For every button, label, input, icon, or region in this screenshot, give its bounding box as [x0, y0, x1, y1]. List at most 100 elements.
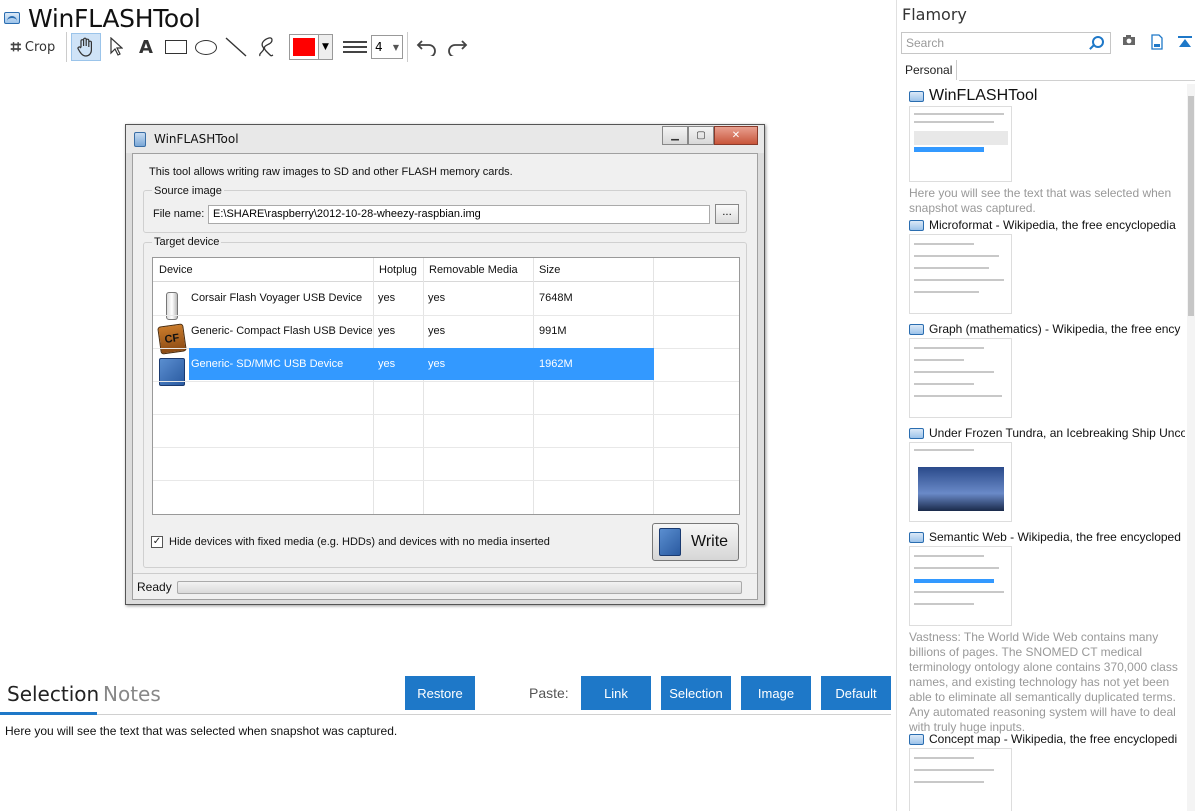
column-header: Removable Media — [429, 264, 518, 276]
window-controls: ▁ ▢ ✕ — [662, 126, 758, 145]
window-client: This tool allows writing raw images to S… — [132, 153, 758, 600]
sidebar-title: Flamory — [902, 5, 967, 24]
sd-card-icon — [659, 528, 681, 556]
ellipse-tool-button[interactable] — [191, 33, 221, 61]
title-row: WinFLASHTool — [4, 4, 201, 33]
snapshot-item[interactable]: Microformat - Wikipedia, the free encycl… — [909, 216, 1185, 320]
crop-label: Crop — [24, 39, 56, 55]
snapshot-title: Semantic Web - Wikipedia, the free encyc… — [929, 530, 1181, 544]
snapshot-icon — [909, 219, 924, 231]
restore-button[interactable]: Restore — [405, 676, 475, 710]
toolbar-divider — [66, 32, 67, 62]
edit-toolbar: ⌗ Crop A ▼ 4 ▼ — [4, 32, 472, 62]
column-header: Device — [159, 264, 193, 276]
paste-default-button[interactable]: Default — [821, 676, 891, 710]
hotplug-value: yes — [378, 325, 396, 337]
tab-personal[interactable]: Personal — [901, 60, 958, 80]
tab-selection[interactable]: Selection — [7, 682, 99, 706]
snapshot-title: Concept map - Wikipedia, the free encycl… — [929, 732, 1178, 746]
window-app-icon — [134, 132, 146, 147]
undo-button[interactable] — [412, 33, 442, 61]
hotplug-value: yes — [378, 358, 396, 370]
active-tab-indicator — [0, 712, 97, 715]
snapshot-item[interactable]: Graph (mathematics) - Wikipedia, the fre… — [909, 320, 1185, 424]
snapshot-item[interactable]: Under Frozen Tundra, an Icebreaking Ship… — [909, 424, 1185, 528]
sidebar-scrollbar[interactable] — [1187, 84, 1195, 811]
pointer-icon — [110, 37, 123, 56]
write-button: Write — [652, 523, 739, 561]
freehand-tool-button[interactable] — [251, 33, 281, 61]
paste-selection-button[interactable]: Selection — [661, 676, 731, 710]
device-name: Generic- SD/MMC USB Device — [191, 358, 344, 370]
text-tool-icon: A — [139, 36, 153, 58]
snapshot-note: Here you will see the text that was sele… — [909, 186, 1172, 215]
row-divider — [153, 414, 739, 415]
snapshot-header: WinFLASHTool — [909, 86, 1185, 106]
selection-text[interactable]: Here you will see the text that was sele… — [5, 724, 397, 738]
redo-icon — [448, 40, 468, 56]
snapshot-item[interactable]: Concept map - Wikipedia, the free encycl… — [909, 730, 1185, 811]
target-device-label: Target device — [152, 236, 222, 248]
snapshot-header: Semantic Web - Wikipedia, the free encyc… — [909, 528, 1185, 546]
crop-button[interactable]: ⌗ Crop — [4, 33, 62, 61]
document-icon[interactable] — [1149, 34, 1165, 52]
collapse-icon[interactable] — [1177, 34, 1193, 52]
rectangle-tool-button[interactable] — [161, 33, 191, 61]
color-picker[interactable]: ▼ — [289, 34, 333, 60]
table-row: CF Generic- Compact Flash USB Device yes… — [153, 315, 739, 355]
snapshot-list: WinFLASHTool Here you will see the text … — [909, 86, 1185, 811]
snapshot-item[interactable]: Semantic Web - Wikipedia, the free encyc… — [909, 528, 1185, 734]
file-name-label: File name: — [153, 208, 205, 220]
camera-icon[interactable] — [1121, 34, 1137, 52]
column-header: Size — [539, 264, 561, 276]
scrollbar-thumb[interactable] — [1188, 96, 1194, 316]
text-tool-button[interactable]: A — [131, 33, 161, 61]
paste-image-button[interactable]: Image — [741, 676, 811, 710]
line-tool-button[interactable] — [221, 33, 251, 61]
chevron-down-icon: ▼ — [318, 35, 332, 59]
freehand-icon — [259, 37, 274, 57]
snapshot-thumbnail — [909, 338, 1012, 418]
captured-screenshot[interactable]: WinFLASHTool ▁ ▢ ✕ This tool allows writ… — [125, 124, 765, 605]
hide-devices-label: Hide devices with fixed media (e.g. HDDs… — [169, 536, 550, 548]
snapshot-icon — [909, 427, 924, 439]
hide-devices-checkbox: ✓ — [151, 536, 163, 548]
flamory-sidebar: Flamory Search Personal WinFLASHTool Her… — [896, 0, 1198, 811]
snapshot-thumbnail — [909, 234, 1012, 314]
snapshot-icon — [909, 90, 924, 102]
snapshot-title: Under Frozen Tundra, an Icebreaking Ship… — [929, 426, 1185, 440]
crop-icon: ⌗ — [10, 36, 21, 58]
paste-label: Paste: — [529, 685, 569, 701]
search-icon[interactable] — [1092, 36, 1104, 48]
file-path-field: E:\SHARE\raspberry\2012-10-28-wheezy-ras… — [208, 205, 710, 224]
removable-value: yes — [428, 358, 446, 370]
chevron-down-icon: ▼ — [392, 42, 399, 52]
redo-button[interactable] — [442, 33, 472, 61]
size-value: 1962M — [539, 358, 573, 370]
line-width-select[interactable]: 4 ▼ — [371, 35, 403, 59]
ellipse-icon — [195, 39, 217, 55]
line-width-value: 4 — [375, 40, 383, 54]
table-row: Corsair Flash Voyager USB Device yes yes… — [153, 282, 739, 320]
snapshot-icon — [909, 323, 924, 335]
close-icon: ✕ — [714, 126, 758, 145]
snapshot-thumbnail — [909, 748, 1012, 811]
removable-value: yes — [428, 292, 446, 304]
undo-icon — [416, 40, 436, 56]
hand-icon — [77, 37, 92, 57]
flamory-app: WinFLASHTool ⌗ Crop A ▼ 4 ▼ WinFLASHTool… — [0, 0, 1198, 811]
window-titlebar: WinFLASHTool ▁ ▢ ✕ — [126, 125, 764, 153]
snapshot-header: Microformat - Wikipedia, the free encycl… — [909, 216, 1185, 234]
select-tool-button[interactable] — [101, 33, 131, 61]
column-header: Hotplug — [379, 264, 417, 276]
hand-tool-button[interactable] — [71, 33, 101, 61]
tab-notes[interactable]: Notes — [103, 682, 161, 706]
source-image-label: Source image — [152, 185, 224, 197]
snapshot-title: Graph (mathematics) - Wikipedia, the fre… — [929, 322, 1181, 336]
snapshot-item[interactable]: WinFLASHTool Here you will see the text … — [909, 86, 1185, 216]
paste-link-button[interactable]: Link — [581, 676, 651, 710]
search-input[interactable]: Search — [901, 32, 1111, 54]
snapshot-thumbnail — [909, 442, 1012, 522]
snapshot-icon — [909, 733, 924, 745]
tab-rule — [0, 714, 891, 715]
